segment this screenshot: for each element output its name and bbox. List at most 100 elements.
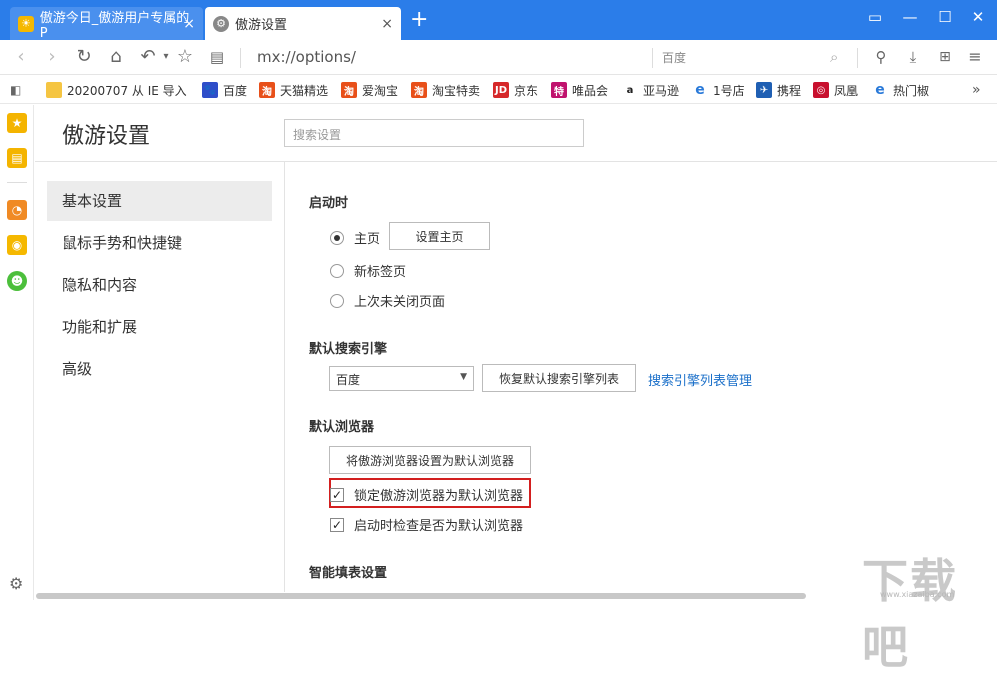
watermark-url: www.xiazaiba.com <box>880 590 955 599</box>
radio-label: 上次未关闭页面 <box>354 295 446 310</box>
bookmark-item[interactable]: 淘 爱淘宝 <box>341 80 398 100</box>
bookmark-item[interactable]: 🐾 百度 <box>202 80 247 100</box>
nav-item-privacy[interactable]: 隐私和内容 <box>47 265 272 305</box>
notes-icon[interactable]: ▤ <box>7 148 27 168</box>
tab-maxthon-today[interactable]: ☀ 傲游今日_傲游用户专属的P × <box>10 7 203 41</box>
nav-item-features[interactable]: 功能和扩展 <box>47 307 272 347</box>
search-engine-select[interactable]: 百度 ▼ <box>329 366 474 391</box>
bookmark-label: 爱淘宝 <box>362 83 399 98</box>
bookmark-item[interactable]: ◎ 凤凰 <box>813 80 858 100</box>
settings-gear-icon[interactable]: ⚙ <box>9 574 23 593</box>
bookmark-item[interactable]: e 热门椒 <box>872 80 929 100</box>
watermark: 下载吧 <box>862 554 958 674</box>
search-icon[interactable]: ⌕ <box>830 48 838 66</box>
jd-icon: JD <box>493 82 509 98</box>
sidebar-toggle-icon[interactable]: ▭ <box>865 8 885 26</box>
settings-search-input[interactable]: 搜索设置 <box>284 119 584 147</box>
more-bookmarks-icon[interactable]: » <box>972 80 981 100</box>
autofill-heading: 智能填表设置 <box>309 566 388 581</box>
radio-homepage[interactable]: 主页 <box>330 228 380 247</box>
header-divider <box>35 161 997 162</box>
bookmark-label: 天猫精选 <box>280 83 329 98</box>
gear-icon: ⚙ <box>213 15 229 32</box>
user-icon[interactable]: ⚲ <box>870 46 892 68</box>
set-default-browser-button[interactable]: 将傲游浏览器设置为默认浏览器 <box>329 446 531 474</box>
sidebar-toggle-icon[interactable]: ◧ <box>10 80 21 100</box>
sun-icon: ☀ <box>18 15 34 32</box>
default-browser-heading: 默认浏览器 <box>309 420 375 435</box>
bookmark-item[interactable]: e 1号店 <box>692 80 745 100</box>
extensions-icon[interactable]: ⊞ <box>934 46 956 68</box>
address-bar: ‹ › ↻ ⌂ ↶ ▾ ☆ ▤ mx://options/ 百度 ⌕ ⚲ ⤓ ⊞… <box>0 40 997 75</box>
bookmarks-bar: ◧ 20200707 从 IE 导入 🐾 百度 淘 天猫精选 淘 爱淘宝 淘 淘… <box>0 76 997 104</box>
radio-label: 新标签页 <box>354 265 407 280</box>
home-icon[interactable]: ⌂ <box>105 46 127 68</box>
taobao-icon: 淘 <box>341 82 357 98</box>
bookmark-item[interactable]: JD 京东 <box>493 80 538 100</box>
radio-button[interactable] <box>330 230 344 245</box>
menu-icon[interactable]: ≡ <box>964 46 986 68</box>
radio-newtab[interactable]: 新标签页 <box>330 261 406 280</box>
reload-icon[interactable]: ↻ <box>73 46 95 68</box>
maximize-icon[interactable]: ☐ <box>935 8 955 26</box>
chat-icon[interactable]: ☻ <box>7 271 27 291</box>
divider <box>7 182 27 183</box>
dropdown-arrow-icon: ▼ <box>460 372 467 382</box>
select-value: 百度 <box>336 373 361 387</box>
bookmark-label: 20200707 从 IE 导入 <box>67 83 187 98</box>
bookmark-item[interactable]: 淘 天猫精选 <box>259 80 328 100</box>
minimize-icon[interactable]: — <box>900 8 920 26</box>
horizontal-scrollbar[interactable] <box>36 593 806 599</box>
manage-search-engines-link[interactable]: 搜索引擎列表管理 <box>648 370 752 389</box>
ie-icon: e <box>872 82 888 98</box>
check-default-checkbox-row[interactable]: ✓ 启动时检查是否为默认浏览器 <box>330 515 523 534</box>
forward-icon[interactable]: › <box>41 46 63 68</box>
nav-item-gestures[interactable]: 鼠标手势和快捷键 <box>47 223 272 263</box>
tab-settings[interactable]: ⚙ 傲游设置 × <box>205 7 401 40</box>
bookmark-item[interactable]: 淘 淘宝特卖 <box>411 80 480 100</box>
checkbox[interactable]: ✓ <box>330 517 344 532</box>
baidu-icon: 🐾 <box>202 82 218 98</box>
tab-title: 傲游设置 <box>235 18 288 33</box>
favorites-icon[interactable]: ★ <box>7 113 27 133</box>
back-icon[interactable]: ‹ <box>10 46 32 68</box>
reader-icon[interactable]: ▤ <box>206 46 228 68</box>
set-homepage-button[interactable]: 设置主页 <box>389 222 490 250</box>
ctrip-icon: ✈ <box>756 82 772 98</box>
lock-default-checkbox-row[interactable]: ✓ 锁定傲游浏览器为默认浏览器 <box>330 485 523 504</box>
bookmark-label: 淘宝特卖 <box>432 83 481 98</box>
radio-button[interactable] <box>330 263 344 278</box>
bookmark-label: 京东 <box>514 83 539 98</box>
restore-search-engines-button[interactable]: 恢复默认搜索引擎列表 <box>482 364 636 392</box>
bookmark-label: 唯品会 <box>572 83 609 98</box>
bookmark-item[interactable]: ✈ 携程 <box>756 80 801 100</box>
new-tab-button[interactable]: + <box>410 9 428 31</box>
bookmark-item[interactable]: a 亚马逊 <box>622 80 679 100</box>
bookmark-item[interactable]: 特 唯品会 <box>551 80 608 100</box>
search-field[interactable]: 百度 <box>662 49 686 66</box>
window-close-icon[interactable]: ✕ <box>968 8 988 26</box>
nav-divider <box>284 162 285 592</box>
divider <box>240 48 241 68</box>
nav-item-basic[interactable]: 基本设置 <box>47 181 272 221</box>
bookmark-label: 热门椒 <box>893 83 930 98</box>
weibo-icon[interactable]: ◉ <box>7 235 27 255</box>
divider <box>857 48 858 68</box>
rss-icon[interactable]: ◔ <box>7 200 27 220</box>
bookmark-item[interactable]: 20200707 从 IE 导入 <box>46 80 187 100</box>
nav-item-advanced[interactable]: 高级 <box>47 349 272 389</box>
star-icon[interactable]: ☆ <box>174 46 196 68</box>
bookmark-label: 亚马逊 <box>643 83 680 98</box>
page-title: 傲游设置 <box>62 124 151 149</box>
radio-restore[interactable]: 上次未关闭页面 <box>330 291 445 310</box>
radio-button[interactable] <box>330 293 344 308</box>
search-engine-heading: 默认搜索引擎 <box>309 342 388 357</box>
taobao-icon: 淘 <box>411 82 427 98</box>
close-icon[interactable]: × <box>183 16 195 32</box>
close-icon[interactable]: × <box>381 16 393 32</box>
url-field[interactable]: mx://options/ <box>257 48 356 66</box>
checkbox[interactable]: ✓ <box>330 487 344 502</box>
vip-icon: 特 <box>551 82 567 98</box>
ifeng-icon: ◎ <box>813 82 829 98</box>
download-icon[interactable]: ⤓ <box>902 46 924 68</box>
